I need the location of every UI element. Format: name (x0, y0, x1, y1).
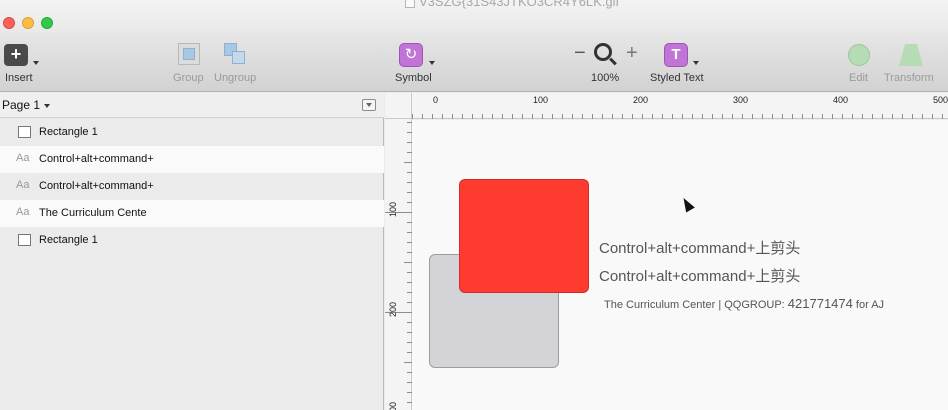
close-button[interactable] (3, 17, 15, 29)
edit-icon (848, 44, 870, 66)
rectangle-icon (18, 234, 31, 246)
edit-button[interactable]: Edit (840, 34, 880, 92)
layer-name: Control+alt+command+ (39, 180, 154, 192)
canvas[interactable]: Control+alt+command+上剪头 Control+alt+comm… (412, 120, 948, 410)
ruler-label: 400 (833, 95, 849, 105)
transform-label: Transform (884, 72, 934, 84)
styled-text-label: Styled Text (650, 72, 704, 84)
symbol-label: Symbol (395, 72, 432, 84)
transform-icon (899, 44, 923, 66)
layer-list-panel: Page 1 Rectangle 1 Aa Control+alt+command+… (0, 93, 384, 410)
zoom-in-button[interactable]: + (626, 42, 638, 65)
ruler-label: 00 (388, 401, 398, 410)
plus-icon: + (4, 44, 28, 66)
chevron-down-icon (429, 61, 435, 65)
zoom-out-button[interactable]: − (574, 42, 586, 65)
layer-name: Rectangle 1 (39, 234, 98, 246)
transform-button[interactable]: Transform (882, 34, 948, 92)
insert-button[interactable]: + Insert (0, 34, 44, 92)
chevron-down-icon (44, 104, 50, 108)
minimize-button[interactable] (22, 17, 34, 29)
group-button[interactable]: Group (170, 34, 210, 92)
collapse-pages-icon[interactable] (362, 99, 376, 111)
text-icon: Aa (16, 206, 30, 218)
credit-suffix: for AJ (852, 299, 885, 311)
text-icon: Aa (16, 152, 30, 164)
rectangle-icon (18, 126, 31, 138)
document-title-text: V3SZG{31S43JTKO3CR4Y6LK.gif (419, 0, 620, 9)
document-icon (405, 0, 415, 8)
layer-name: Rectangle 1 (39, 126, 98, 138)
zoom-button[interactable] (41, 17, 53, 29)
ruler-label: 0 (433, 95, 439, 105)
layer-row[interactable]: Aa Control+alt+command+ (0, 173, 384, 200)
symbol-icon: ↻ (399, 43, 423, 67)
layer-name: Control+alt+command+ (39, 153, 154, 165)
zoom-level: 100% (591, 72, 620, 84)
layer-name: The Curriculum Cente (39, 207, 147, 219)
symbol-button[interactable]: ↻ Symbol (390, 34, 440, 92)
layer-row[interactable]: Aa The Curriculum Cente (0, 200, 384, 227)
layer-row[interactable]: Rectangle 1 (0, 119, 384, 146)
edit-label: Edit (849, 72, 868, 84)
ruler-label: 200 (388, 301, 398, 317)
layer-row[interactable]: Aa Control+alt+command+ (0, 146, 384, 173)
layer-list: Rectangle 1 Aa Control+alt+command+ Aa Contr… (0, 119, 384, 254)
credit-prefix: The Curriculum Center | QQGROUP: (604, 299, 788, 311)
page-label: Page 1 (2, 98, 41, 112)
ruler-label: 200 (633, 95, 649, 105)
credit-number: 421771474 (787, 296, 853, 311)
document-title: V3SZG{31S43JTKO3CR4Y6LK.gif (405, 0, 619, 9)
sketch-window: V3SZG{31S43JTKO3CR4Y6LK.gif + Insert Gro… (0, 0, 948, 410)
layer-row[interactable]: Rectangle 1 (0, 227, 384, 254)
text-style-icon: T (664, 43, 688, 67)
toolbar: + Insert Group Ungroup ↻ Symbol − + 100% (0, 34, 948, 92)
title-bar: V3SZG{31S43JTKO3CR4Y6LK.gif (0, 0, 948, 34)
styled-text-button[interactable]: T Styled Text (648, 34, 710, 92)
ruler-label: 500 (933, 95, 948, 105)
horizontal-ruler[interactable]: 0 100 200 300 400 500 (385, 93, 948, 119)
page-selector[interactable]: Page 1 (0, 93, 384, 118)
ungroup-label: Ungroup (214, 72, 257, 84)
canvas-text-shortcut-1[interactable]: Control+alt+command+上剪头 (599, 237, 800, 258)
mouse-cursor-icon (679, 195, 695, 213)
canvas-text-shortcut-2[interactable]: Control+alt+command+上剪头 (599, 265, 800, 286)
group-label: Group (173, 72, 204, 84)
ruler-label: 100 (533, 95, 549, 105)
insert-label: Insert (5, 72, 33, 84)
vertical-ruler[interactable]: 100 200 00 (385, 119, 412, 410)
chevron-down-icon (33, 61, 39, 65)
rectangle-red[interactable] (459, 179, 589, 293)
group-icon (178, 43, 200, 65)
ungroup-button[interactable]: Ungroup (212, 34, 262, 92)
ruler-corner (385, 93, 412, 119)
canvas-text-credit[interactable]: The Curriculum Center | QQGROUP: 4217714… (604, 296, 884, 311)
text-icon: Aa (16, 179, 30, 191)
ruler-label: 100 (388, 201, 398, 217)
chevron-down-icon (693, 61, 699, 65)
ruler-label: 300 (733, 95, 749, 105)
